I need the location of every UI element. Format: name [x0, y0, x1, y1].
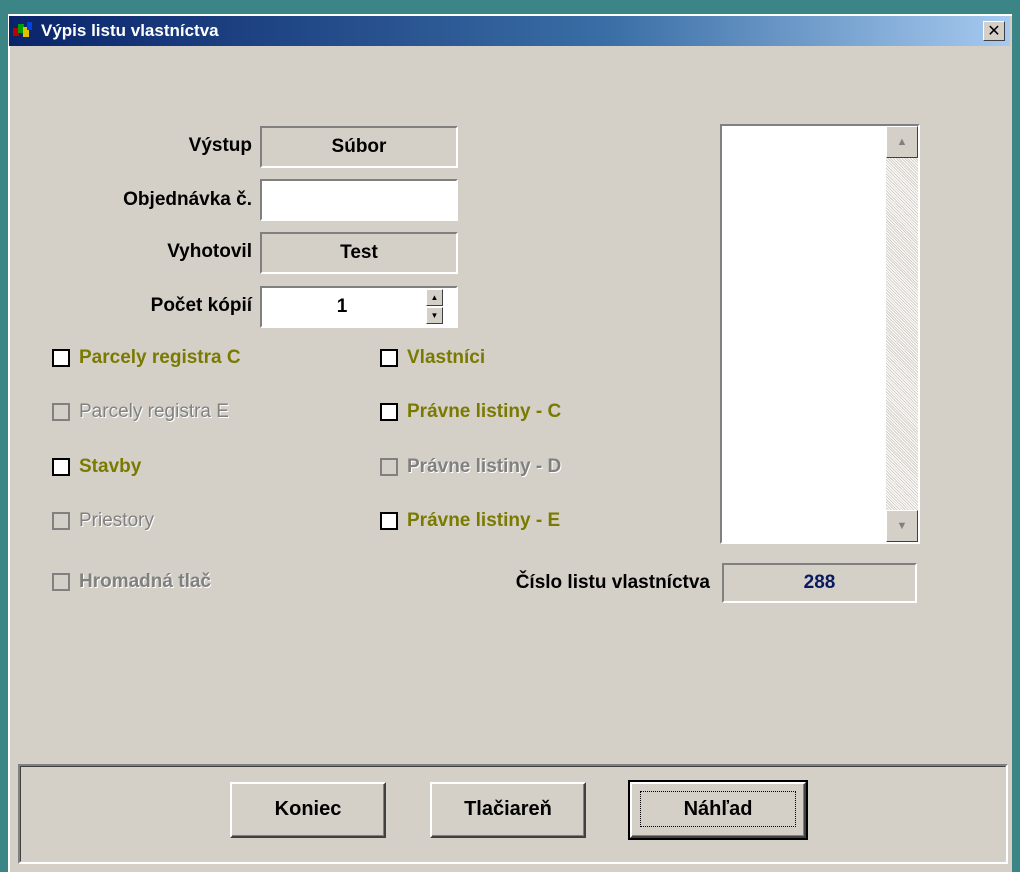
desktop-background-right: [1012, 0, 1020, 872]
checkbox-box[interactable]: [380, 403, 398, 421]
cislo-lv-field[interactable]: 288: [722, 563, 917, 603]
checkbox-label: Parcely registra C: [79, 347, 241, 368]
checkbox-box[interactable]: [52, 349, 70, 367]
objednavka-input[interactable]: [260, 179, 458, 221]
objednavka-label: Objednávka č.: [123, 189, 252, 210]
checkbox-box[interactable]: [52, 458, 70, 476]
checkbox-box[interactable]: [380, 349, 398, 367]
checkbox-stavby[interactable]: Stavby: [52, 455, 141, 479]
pocet-kopii-stepper[interactable]: 1 ▲ ▼: [260, 286, 458, 328]
checkbox-pravne-listiny-e[interactable]: Právne listiny - E: [380, 509, 560, 533]
checkbox-label: Priestory: [79, 510, 154, 531]
vyhotovil-label: Vyhotovil: [167, 241, 252, 262]
checkbox-pravne-listiny-d: Právne listiny - D: [380, 455, 561, 479]
checkbox-label: Hromadná tlač: [79, 571, 211, 592]
checkbox-label: Právne listiny - D: [407, 456, 562, 477]
vyhotovil-field[interactable]: Test: [260, 232, 458, 274]
pocet-kopii-label: Počet kópií: [150, 295, 252, 316]
spin-down-icon[interactable]: ▼: [426, 307, 443, 324]
checkbox-label: Parcely registra E: [79, 401, 229, 422]
tlaciaren-button[interactable]: Tlačiareň: [430, 782, 586, 838]
listbox-scrollbar[interactable]: ▲ ▼: [886, 126, 918, 542]
checkbox-label: Právne listiny - E: [407, 510, 561, 531]
checkbox-label: Stavby: [79, 456, 142, 477]
pocet-kopii-value[interactable]: 1: [262, 288, 422, 325]
checkbox-box: [52, 403, 70, 421]
nahlad-label: Náhľad: [683, 798, 753, 820]
checkbox-parcely-c[interactable]: Parcely registra C: [52, 346, 241, 370]
vystup-field[interactable]: Súbor: [260, 126, 458, 168]
app-icon: [13, 22, 32, 37]
checkbox-parcely-e: Parcely registra E: [52, 400, 229, 424]
desktop-background-left: [0, 0, 8, 872]
checkbox-box: [52, 573, 70, 591]
checkbox-label: Právne listiny - C: [407, 401, 562, 422]
checkbox-hromadna-tlac: Hromadná tlač: [52, 570, 211, 594]
scroll-up-icon[interactable]: ▲: [886, 126, 918, 158]
close-icon[interactable]: ✕: [983, 21, 1005, 41]
checkbox-pravne-listiny-c[interactable]: Právne listiny - C: [380, 400, 561, 424]
checkbox-priestory: Priestory: [52, 509, 154, 533]
checkbox-box: [52, 512, 70, 530]
spin-up-icon[interactable]: ▲: [426, 289, 443, 306]
nahlad-button[interactable]: Náhľad: [628, 780, 808, 840]
vystup-label: Výstup: [188, 135, 252, 156]
desktop-background-top: [0, 0, 1020, 14]
tlaciaren-label: Tlačiareň: [464, 798, 552, 820]
checkbox-label: Vlastníci: [407, 347, 486, 368]
window-title: Výpis listu vlastníctva: [41, 21, 219, 40]
koniec-label: Koniec: [274, 798, 342, 820]
checkbox-box[interactable]: [380, 512, 398, 530]
scroll-down-icon[interactable]: ▼: [886, 510, 918, 542]
checkbox-box: [380, 458, 398, 476]
cislo-lv-label: Číslo listu vlastníctva: [515, 572, 710, 593]
checkbox-vlastnici[interactable]: Vlastníci: [380, 346, 485, 370]
koniec-button[interactable]: Koniec: [230, 782, 386, 838]
title-bar[interactable]: Výpis listu vlastníctva ✕: [9, 16, 1010, 46]
